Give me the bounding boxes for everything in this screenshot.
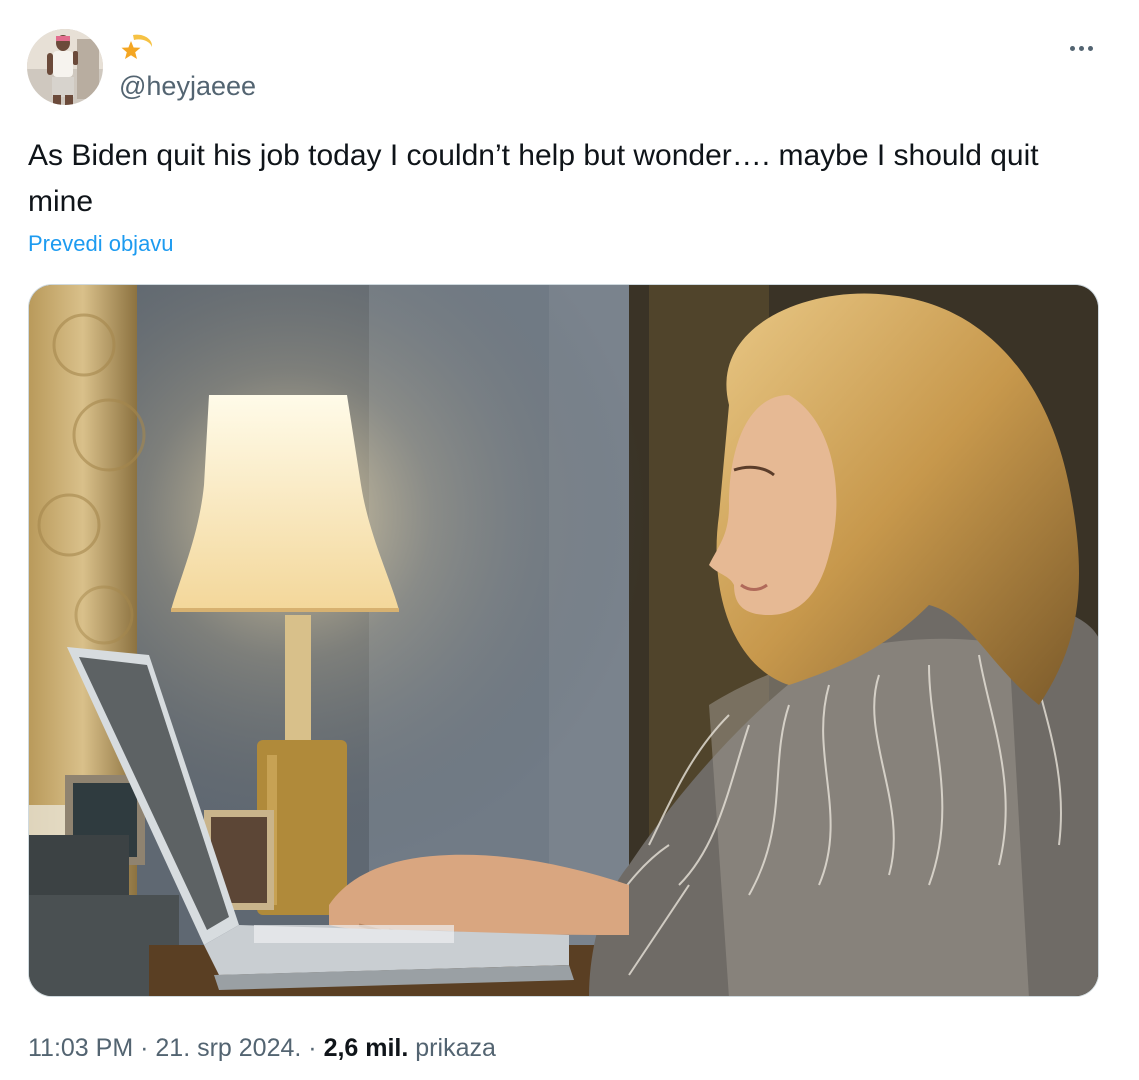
translate-post-link[interactable]: Prevedi objavu [28,229,174,259]
separator: · [308,1034,317,1062]
tweet-time[interactable]: 11:03 PM [28,1034,133,1062]
tweet-meta: 11:03 PM · 21. srp 2024. · 2,6 mil. prik… [28,1031,496,1065]
tweet-media-photo[interactable] [28,284,1099,997]
views-count: 2,6 mil. [323,1034,409,1062]
avatar-image [27,29,103,105]
more-horizontal-icon [1068,45,1095,51]
avatar[interactable] [27,29,103,105]
shooting-star-icon [119,31,155,63]
views-label: prikaza [415,1034,496,1062]
author-handle[interactable]: @heyjaeee [119,70,256,102]
tweet-text: As Biden quit his job today I couldn’t h… [28,139,1039,218]
photo-image [29,285,1098,996]
more-options-button[interactable] [1062,34,1100,62]
separator: · [140,1034,149,1062]
tweet-date[interactable]: 21. srp 2024. [155,1034,301,1062]
